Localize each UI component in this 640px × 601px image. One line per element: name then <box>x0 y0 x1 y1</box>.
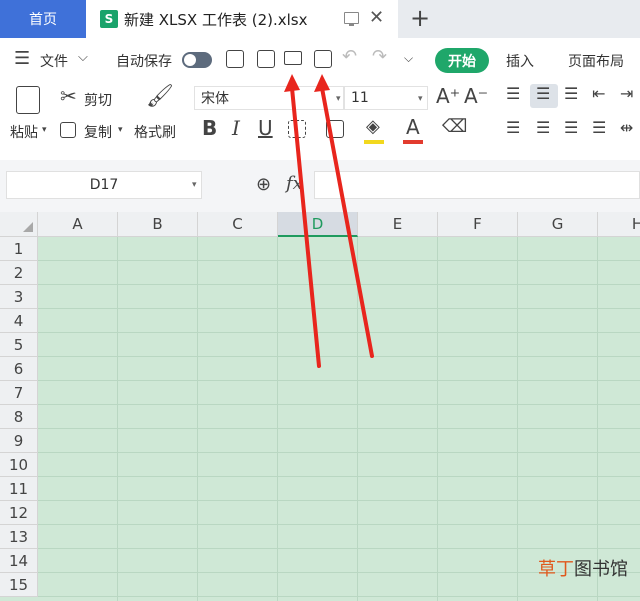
red-arrow-shaft-2 <box>320 86 374 358</box>
watermark-text: 图书馆 <box>574 559 628 580</box>
red-arrow-shaft-1 <box>290 86 321 368</box>
annotation-arrows <box>284 74 374 368</box>
watermark: 草丁图书馆 <box>538 555 628 581</box>
red-arrow-head-2 <box>314 74 330 92</box>
watermark-highlight: 草丁 <box>538 559 574 580</box>
red-arrow-head-1 <box>284 74 300 92</box>
